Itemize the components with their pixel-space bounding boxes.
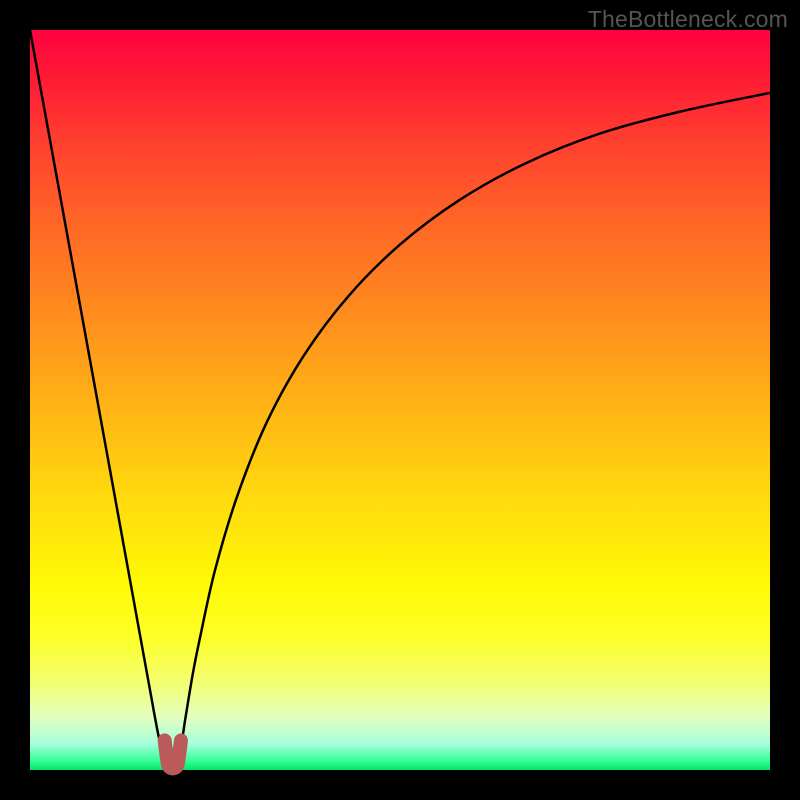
chart-svg [0,0,800,800]
bottleneck-curve-path [30,30,770,770]
bottleneck-curve [30,30,770,770]
watermark-text: TheBottleneck.com [588,6,788,33]
optimal-marker-path [165,740,181,768]
optimal-marker [165,740,181,768]
chart-frame: TheBottleneck.com [0,0,800,800]
